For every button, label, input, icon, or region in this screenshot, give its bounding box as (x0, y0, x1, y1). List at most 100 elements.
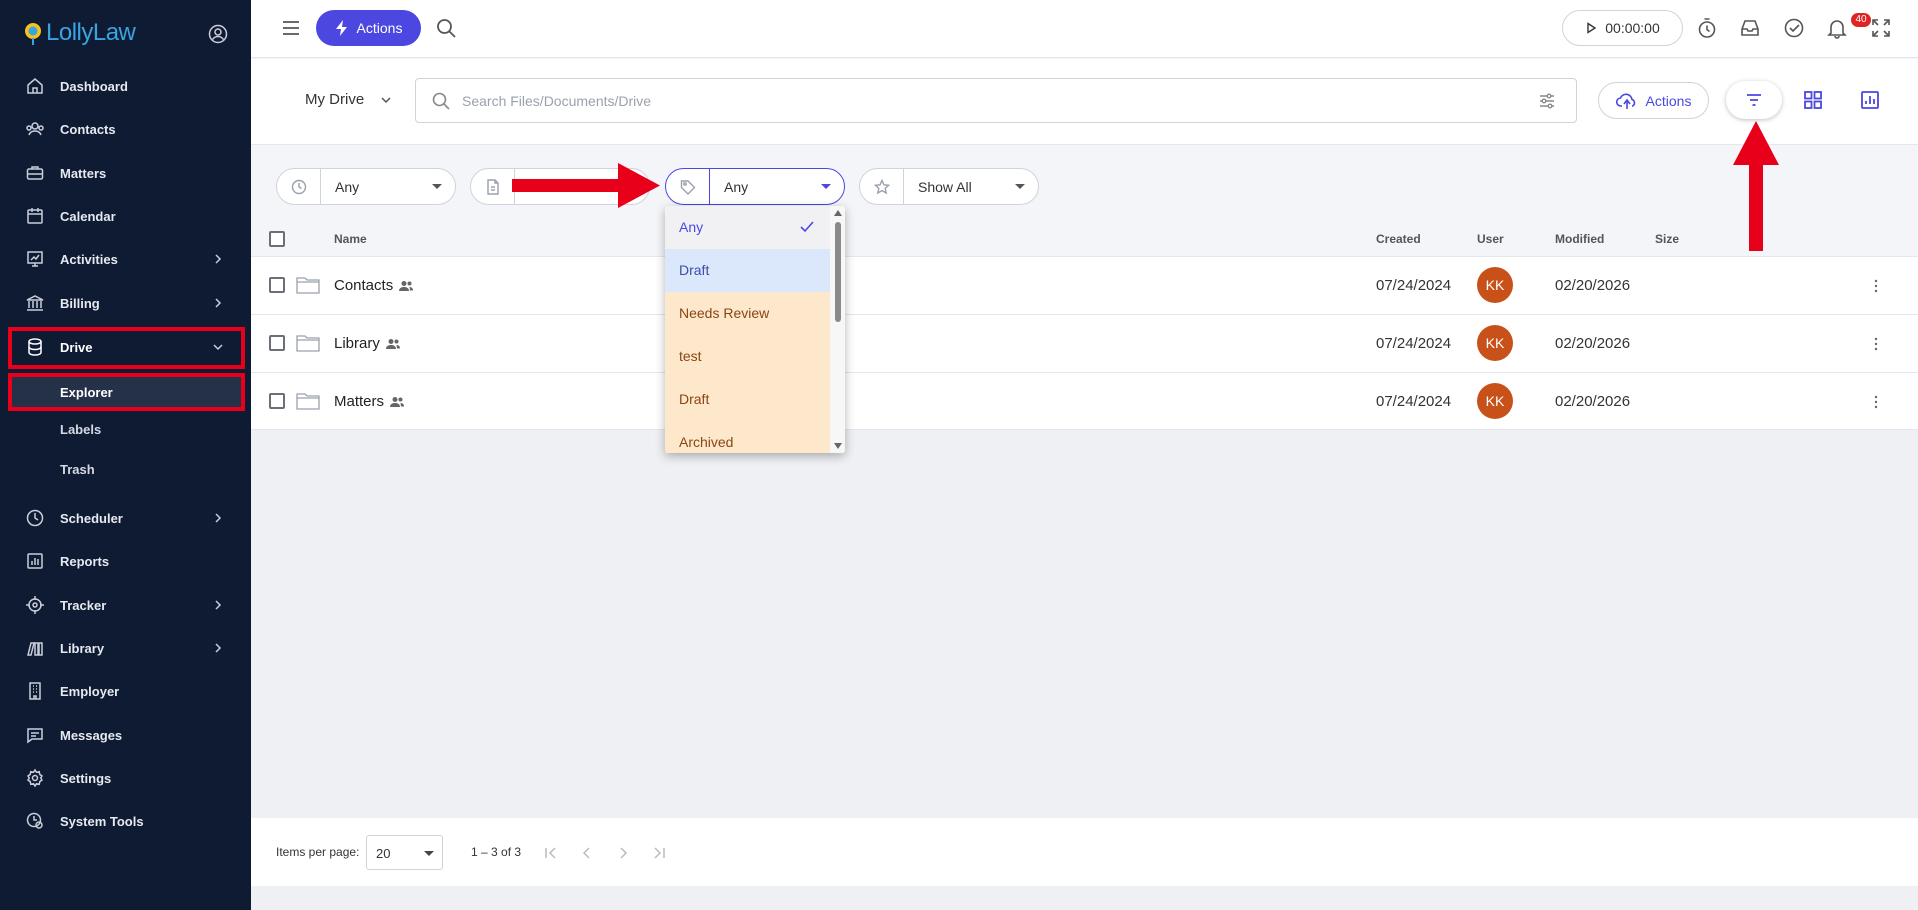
sidebar-subitem-trash[interactable]: Trash (0, 452, 251, 486)
clock-icon (291, 179, 306, 194)
column-created[interactable]: Created (1376, 232, 1421, 246)
lightning-icon (335, 20, 347, 36)
previous-page-icon[interactable] (578, 844, 596, 862)
column-user: User (1477, 232, 1504, 246)
tag-option-draft-2[interactable]: Draft (665, 378, 830, 421)
sidebar-item-calendar[interactable]: Calendar (0, 198, 251, 234)
drive-location-select[interactable]: My Drive (305, 91, 392, 108)
tag-option-draft[interactable]: Draft (665, 249, 830, 292)
more-options-icon[interactable] (1867, 335, 1885, 353)
more-options-icon[interactable] (1867, 393, 1885, 411)
table-row[interactable]: Library 07/24/2024 KK 02/20/2026 (251, 314, 1918, 372)
bottom-strip (251, 886, 1918, 910)
tag-filter-select[interactable]: Any (665, 168, 845, 205)
next-page-icon[interactable] (614, 844, 632, 862)
time-filter-select[interactable]: Any (276, 168, 456, 205)
folder-icon (296, 335, 320, 352)
sidebar-item-reports[interactable]: Reports (0, 543, 251, 579)
document-filter-icon-box (471, 169, 515, 204)
sidebar-item-label: Activities (60, 251, 118, 267)
sidebar-item-scheduler[interactable]: Scheduler (0, 500, 251, 536)
tag-option-any[interactable]: Any (665, 206, 830, 249)
column-name[interactable]: Name (334, 232, 367, 246)
tag-option-needs-review[interactable]: Needs Review (665, 292, 830, 335)
tune-settings-icon[interactable] (1538, 92, 1556, 110)
modified-date: 02/20/2026 (1555, 335, 1631, 352)
sidebar-item-employer[interactable]: Employer (0, 673, 251, 709)
sidebar-item-activities[interactable]: Activities (0, 241, 251, 277)
chevron-down-icon (213, 344, 223, 351)
sidebar-item-label: Drive (60, 339, 93, 355)
chevron-right-icon (215, 513, 222, 523)
sidebar-item-settings[interactable]: Settings (0, 760, 251, 796)
chevron-down-icon (381, 96, 391, 103)
inbox-icon[interactable] (1739, 17, 1761, 39)
row-name-cell: Contacts (334, 277, 414, 294)
sidebar-item-label: Matters (60, 165, 107, 181)
sidebar-item-drive[interactable]: Drive (0, 329, 251, 365)
row-checkbox[interactable] (269, 335, 285, 351)
items-per-page-select[interactable]: 20 (366, 835, 443, 870)
sidebar-item-tracker[interactable]: Tracker (0, 587, 251, 623)
last-page-icon[interactable] (650, 844, 668, 862)
grid-view-icon[interactable] (1803, 90, 1823, 110)
analytics-icon[interactable] (1860, 90, 1880, 110)
tag-option-test[interactable]: test (665, 335, 830, 378)
time-filter-icon-box (277, 169, 321, 204)
search-icon[interactable] (435, 17, 457, 39)
sidebar-subitem-labels[interactable]: Labels (0, 412, 251, 446)
sidebar-item-label: Employer (60, 683, 120, 699)
menu-icon[interactable] (281, 19, 301, 37)
table-row[interactable]: Contacts 07/24/2024 KK 02/20/2026 (251, 256, 1918, 314)
sidebar-item-matters[interactable]: Matters (0, 155, 251, 191)
fullscreen-icon[interactable] (1870, 17, 1892, 39)
drive-search (415, 78, 1577, 123)
sidebar-item-dashboard[interactable]: Dashboard (0, 68, 251, 104)
sidebar-subitem-explorer[interactable]: Explorer (0, 375, 251, 409)
modified-date: 02/20/2026 (1555, 277, 1631, 294)
caret-down-icon (821, 184, 831, 189)
sidebar-item-library[interactable]: Library (0, 630, 251, 666)
user-profile-icon[interactable] (208, 24, 228, 44)
select-all-checkbox[interactable] (269, 231, 285, 247)
sidebar-item-label: Reports (60, 553, 110, 569)
scroll-thumb[interactable] (835, 222, 841, 322)
scroll-down-icon[interactable] (834, 443, 842, 449)
calendar-icon (27, 208, 43, 224)
sidebar-item-contacts[interactable]: Contacts (0, 111, 251, 147)
table-row[interactable]: Matters 07/24/2024 KK 02/20/2026 (251, 372, 1918, 430)
row-checkbox[interactable] (269, 277, 285, 293)
sidebar-item-label: Scheduler (60, 510, 123, 526)
timer-button[interactable]: 00:00:00 (1562, 10, 1683, 46)
checkmark-icon (800, 221, 814, 233)
drive-actions-button[interactable]: Actions (1598, 82, 1709, 119)
activities-icon (27, 251, 43, 267)
system-tools-icon (26, 812, 43, 829)
dropdown-scrollbar[interactable] (830, 206, 845, 453)
favorites-filter-select[interactable]: Show All (859, 168, 1039, 205)
sidebar-item-system-tools[interactable]: System Tools (0, 803, 251, 839)
modified-date: 02/20/2026 (1555, 393, 1631, 410)
row-checkbox[interactable] (269, 393, 285, 409)
actions-button[interactable]: Actions (316, 10, 421, 46)
sidebar-item-label: Contacts (60, 121, 116, 137)
more-options-icon[interactable] (1867, 277, 1885, 295)
bell-icon[interactable] (1826, 17, 1848, 39)
scroll-up-icon[interactable] (834, 210, 842, 216)
stopwatch-icon[interactable] (1696, 17, 1718, 39)
logo[interactable]: LollyLaw (22, 18, 136, 48)
drive-actions-label: Actions (1645, 92, 1692, 109)
check-circle-icon[interactable] (1783, 17, 1805, 39)
first-page-icon[interactable] (542, 844, 560, 862)
tag-option-label: Any (679, 219, 704, 235)
sidebar-item-billing[interactable]: Billing (0, 285, 251, 321)
column-size[interactable]: Size (1655, 232, 1679, 246)
tag-option-label: test (679, 348, 702, 364)
filter-button[interactable] (1726, 81, 1782, 119)
drive-search-input[interactable] (462, 89, 1512, 113)
sidebar-item-messages[interactable]: Messages (0, 717, 251, 753)
chevron-right-icon (215, 298, 222, 308)
tag-option-archived[interactable]: Archived (665, 421, 830, 453)
sidebar-subitem-label: Explorer (60, 384, 113, 400)
column-modified[interactable]: Modified (1555, 232, 1604, 246)
